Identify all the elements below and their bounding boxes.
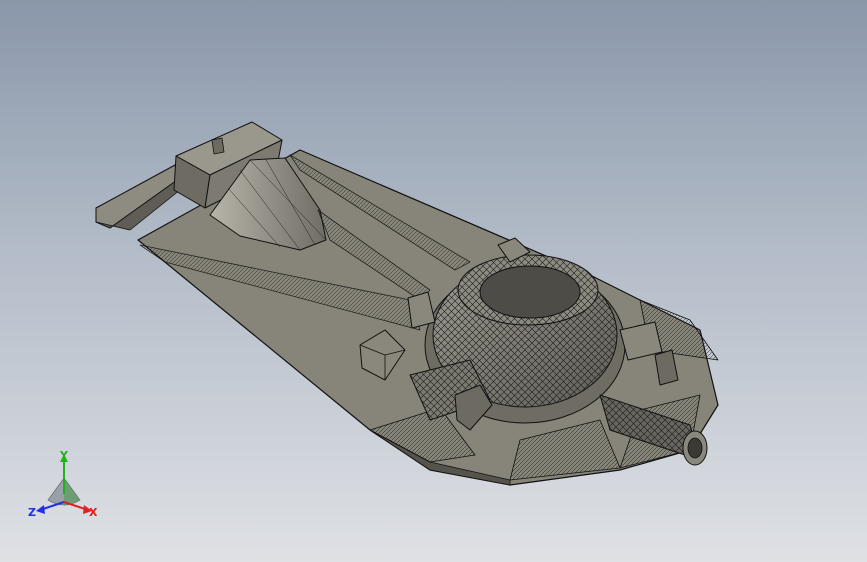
x-axis-label: X [89,506,98,519]
cad-model[interactable] [95,121,719,486]
axis-triad: Y X Z [28,449,98,519]
3d-viewport[interactable] [0,0,867,562]
z-axis-arrow [36,505,45,514]
z-axis-label: Z [28,506,36,519]
bolt-pyramid-7 [211,137,225,155]
turret-hatch [479,265,581,319]
y-axis-label: Y [59,449,69,462]
